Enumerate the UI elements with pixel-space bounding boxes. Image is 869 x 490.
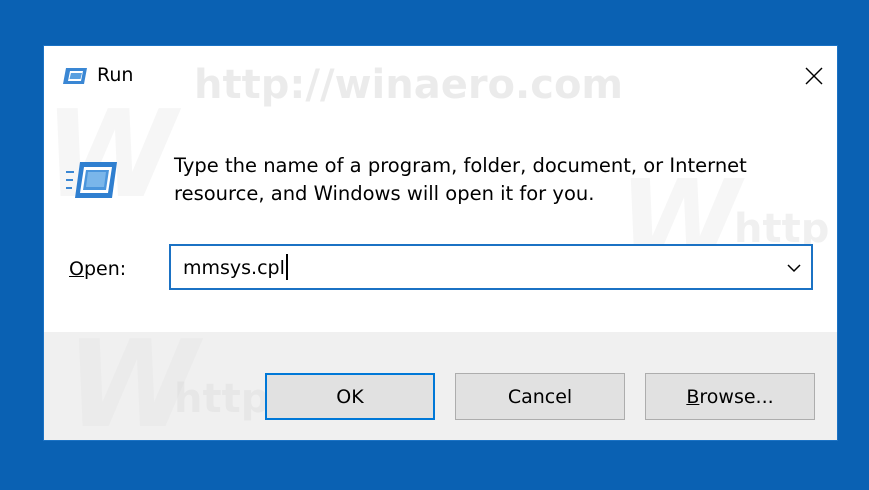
browse-mnemonic: B bbox=[686, 385, 700, 408]
run-dialog: W http://winaero.com W http Run Type the… bbox=[43, 45, 838, 441]
open-combobox[interactable]: mmsys.cpl bbox=[169, 244, 813, 290]
watermark-logo: W bbox=[44, 86, 177, 225]
open-input-value: mmsys.cpl bbox=[183, 257, 285, 279]
close-icon bbox=[805, 67, 823, 85]
open-label-mnemonic: O bbox=[69, 258, 84, 280]
title-bar[interactable]: Run bbox=[44, 46, 837, 106]
button-bar: W http OK Cancel Browse... bbox=[44, 316, 837, 440]
ok-button[interactable]: OK bbox=[265, 373, 435, 420]
close-button[interactable] bbox=[791, 56, 837, 96]
run-app-icon bbox=[63, 68, 87, 84]
browse-button[interactable]: Browse... bbox=[645, 373, 815, 420]
text-caret bbox=[285, 253, 288, 280]
open-input[interactable]: mmsys.cpl bbox=[183, 253, 288, 280]
instruction-text: Type the name of a program, folder, docu… bbox=[174, 154, 747, 205]
open-label: Open: bbox=[69, 258, 126, 280]
browse-label: rowse... bbox=[699, 385, 774, 408]
watermark-url-partial: http bbox=[174, 376, 270, 422]
chevron-down-icon[interactable] bbox=[783, 258, 805, 278]
run-app-icon bbox=[66, 162, 117, 198]
open-label-text: pen: bbox=[83, 258, 127, 280]
cancel-button[interactable]: Cancel bbox=[455, 373, 625, 420]
watermark-logo: W bbox=[66, 316, 199, 441]
window-title: Run bbox=[97, 64, 134, 86]
